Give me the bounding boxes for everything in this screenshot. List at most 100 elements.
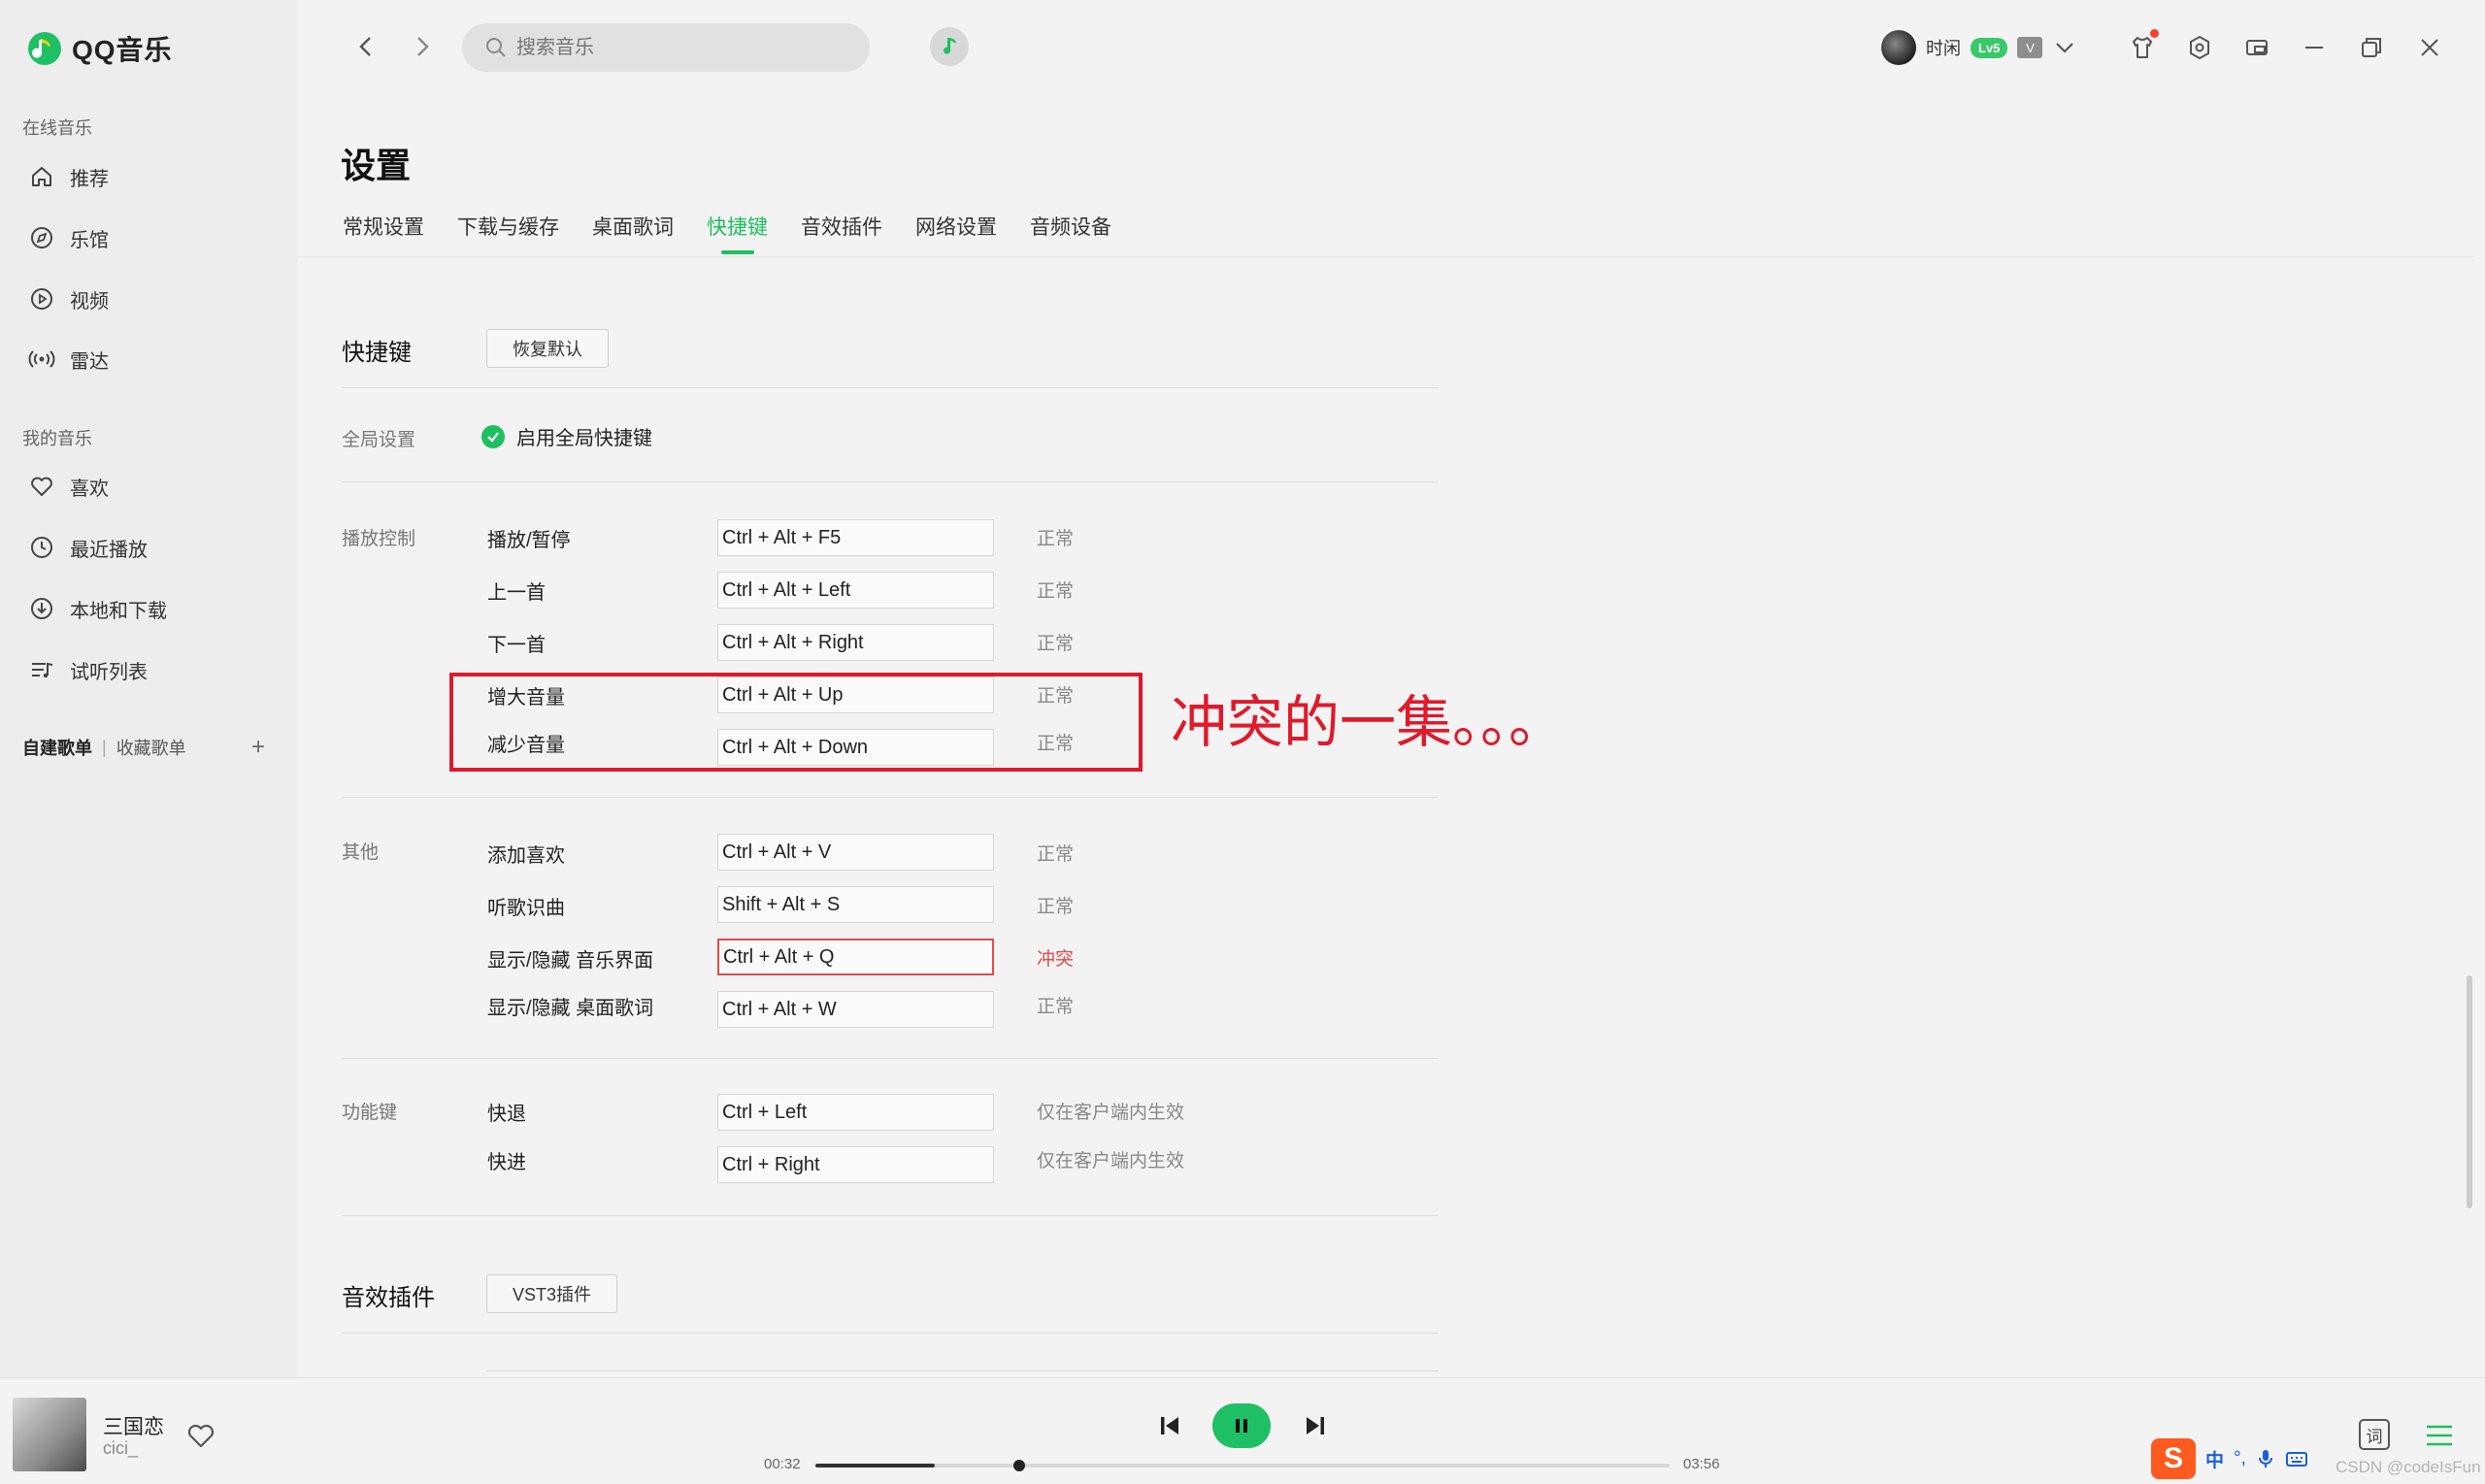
settings-body: 快捷键 恢复默认 全局设置 启用全局快捷键 播放控制 播放/暂停 Ctrl + … bbox=[297, 257, 2475, 1377]
hotkey-status: 仅在客户端内生效 bbox=[1037, 1151, 1185, 1171]
tab-separator: | bbox=[102, 737, 107, 757]
compass-icon bbox=[27, 223, 56, 252]
hotkeys-section-title: 快捷键 bbox=[342, 340, 412, 366]
hotkey-input-fast-forward[interactable]: Ctrl + Right bbox=[717, 1146, 994, 1183]
progress-bar[interactable] bbox=[815, 1464, 1670, 1468]
app-logo[interactable]: QQ音乐 bbox=[27, 29, 173, 68]
forward-button[interactable] bbox=[404, 29, 439, 64]
download-icon bbox=[27, 594, 56, 623]
skin-button[interactable] bbox=[2124, 29, 2161, 66]
vst3-plugin-button[interactable]: VST3插件 bbox=[486, 1274, 618, 1313]
settings-button[interactable] bbox=[2181, 29, 2218, 66]
progress-knob[interactable] bbox=[1013, 1460, 1025, 1471]
qq-music-window: QQ音乐 在线音乐 推荐 乐馆 视频 雷达 我的音乐 喜欢 最近播放 本地和下载… bbox=[0, 0, 2485, 1484]
hotkey-input-toggle-main-window[interactable]: Ctrl + Alt + Q bbox=[717, 939, 994, 975]
song-title[interactable]: 三国恋 bbox=[103, 1411, 164, 1440]
radar-icon bbox=[27, 345, 56, 374]
chevron-down-icon[interactable] bbox=[2052, 35, 2077, 60]
playlist-icon bbox=[27, 655, 56, 684]
current-time: 00:32 bbox=[764, 1456, 801, 1472]
search-icon bbox=[486, 38, 506, 57]
sidebar-item-label: 喜欢 bbox=[70, 478, 109, 500]
lyrics-button[interactable]: 词 bbox=[2359, 1419, 2390, 1450]
enable-global-hotkeys-checkbox[interactable]: 启用全局快捷键 bbox=[481, 422, 652, 450]
divider bbox=[342, 1333, 1439, 1334]
page-title: 设置 bbox=[341, 146, 412, 185]
restore-button[interactable] bbox=[2353, 29, 2390, 66]
search-bar[interactable] bbox=[462, 23, 870, 72]
hotkey-status-conflict: 冲突 bbox=[1037, 949, 1075, 970]
group-label-other: 其他 bbox=[342, 842, 380, 863]
minimize-button[interactable] bbox=[2296, 29, 2333, 66]
tab-desktop-lyrics[interactable]: 桌面歌词 bbox=[592, 212, 674, 250]
song-artist[interactable]: cici_ bbox=[103, 1438, 138, 1459]
add-playlist-button[interactable]: + bbox=[251, 734, 265, 761]
my-music-title: 我的音乐 bbox=[22, 429, 92, 448]
settings-tabs: 常规设置 下载与缓存 桌面歌词 快捷键 音效插件 网络设置 音频设备 bbox=[343, 212, 1111, 250]
tab-download-cache[interactable]: 下载与缓存 bbox=[457, 212, 559, 250]
sidebar-item-local-download[interactable]: 本地和下载 bbox=[27, 589, 167, 628]
tab-audio-device[interactable]: 音频设备 bbox=[1030, 212, 1111, 250]
next-track-button[interactable] bbox=[1297, 1407, 1334, 1444]
like-heart-icon[interactable] bbox=[184, 1419, 217, 1452]
hotkey-name: 下一首 bbox=[487, 635, 546, 656]
back-button[interactable] bbox=[349, 29, 384, 64]
music-note-icon bbox=[944, 38, 956, 54]
search-input[interactable] bbox=[516, 36, 846, 59]
mini-player-icon bbox=[2246, 40, 2268, 55]
sidebar-item-likes[interactable]: 喜欢 bbox=[27, 467, 109, 506]
sidebar-item-video[interactable]: 视频 bbox=[27, 280, 109, 318]
hotkey-input-next[interactable]: Ctrl + Alt + Right bbox=[717, 624, 994, 661]
level-badge: Lv5 bbox=[1971, 37, 2008, 58]
ime-language[interactable]: 中 bbox=[2205, 1446, 2224, 1472]
tab-general[interactable]: 常规设置 bbox=[343, 212, 424, 250]
mini-mode-button[interactable] bbox=[2238, 29, 2275, 66]
hotkey-input-toggle-desktop-lyrics[interactable]: Ctrl + Alt + W bbox=[717, 991, 994, 1028]
microphone-icon[interactable] bbox=[2256, 1448, 2275, 1469]
pause-button[interactable] bbox=[1212, 1403, 1271, 1448]
tab-network[interactable]: 网络设置 bbox=[915, 212, 997, 250]
hotkey-input-play-pause[interactable]: Ctrl + Alt + F5 bbox=[717, 519, 994, 556]
divider bbox=[342, 1215, 1439, 1216]
hotkey-input-rewind[interactable]: Ctrl + Left bbox=[717, 1094, 994, 1131]
hotkey-input-add-like[interactable]: Ctrl + Alt + V bbox=[717, 834, 994, 871]
restore-window-icon bbox=[2362, 38, 2381, 57]
top-bar: 时闲 Lv5 V bbox=[297, 0, 2475, 97]
user-area[interactable]: 时闲 Lv5 V bbox=[1881, 27, 2077, 68]
progress-fill bbox=[815, 1464, 936, 1468]
sidebar-item-label: 本地和下载 bbox=[70, 600, 167, 622]
sidebar-item-recommend[interactable]: 推荐 bbox=[27, 157, 109, 196]
hotkey-status: 正常 bbox=[1037, 581, 1075, 602]
tab-audio-plugins[interactable]: 音效插件 bbox=[801, 212, 882, 250]
tab-hotkeys[interactable]: 快捷键 bbox=[707, 212, 768, 250]
sidebar-item-trial-list[interactable]: 试听列表 bbox=[27, 650, 148, 689]
avatar[interactable] bbox=[1881, 30, 1916, 65]
sidebar-item-radar[interactable]: 雷达 bbox=[27, 340, 109, 379]
group-label-playback: 播放控制 bbox=[342, 529, 416, 549]
hotkey-name: 快进 bbox=[487, 1152, 526, 1173]
online-music-title: 在线音乐 bbox=[22, 118, 92, 138]
album-cover[interactable] bbox=[13, 1398, 86, 1471]
tshirt-icon bbox=[2133, 37, 2152, 58]
watermark: CSDN @codeIsFun bbox=[2336, 1458, 2481, 1476]
divider bbox=[342, 1058, 1439, 1059]
hotkey-input-recognize[interactable]: Shift + Alt + S bbox=[717, 886, 994, 923]
ime-punctuation[interactable]: °, bbox=[2234, 1448, 2246, 1469]
input-method-toolbar[interactable]: S 中 °, bbox=[2151, 1438, 2308, 1479]
total-time: 03:56 bbox=[1683, 1456, 1720, 1472]
play-queue-icon[interactable] bbox=[2423, 1421, 2456, 1450]
tab-collected-playlists[interactable]: 收藏歌单 bbox=[116, 735, 186, 760]
hotkey-input-previous[interactable]: Ctrl + Alt + Left bbox=[717, 572, 994, 609]
sidebar-item-music-hall[interactable]: 乐馆 bbox=[27, 218, 109, 257]
previous-track-button[interactable] bbox=[1151, 1407, 1188, 1444]
username[interactable]: 时闲 bbox=[1926, 35, 1961, 60]
restore-default-button[interactable]: 恢复默认 bbox=[486, 329, 609, 368]
close-button[interactable] bbox=[2411, 29, 2448, 66]
annotation-highlight-box bbox=[449, 673, 1143, 772]
video-play-icon bbox=[27, 284, 56, 313]
tab-created-playlists[interactable]: 自建歌单 bbox=[22, 735, 92, 760]
keyboard-icon[interactable] bbox=[2285, 1449, 2308, 1468]
scrollbar-thumb[interactable] bbox=[2467, 975, 2472, 1208]
sidebar-item-recent[interactable]: 最近播放 bbox=[27, 528, 148, 567]
music-recognition-button[interactable] bbox=[930, 27, 969, 66]
